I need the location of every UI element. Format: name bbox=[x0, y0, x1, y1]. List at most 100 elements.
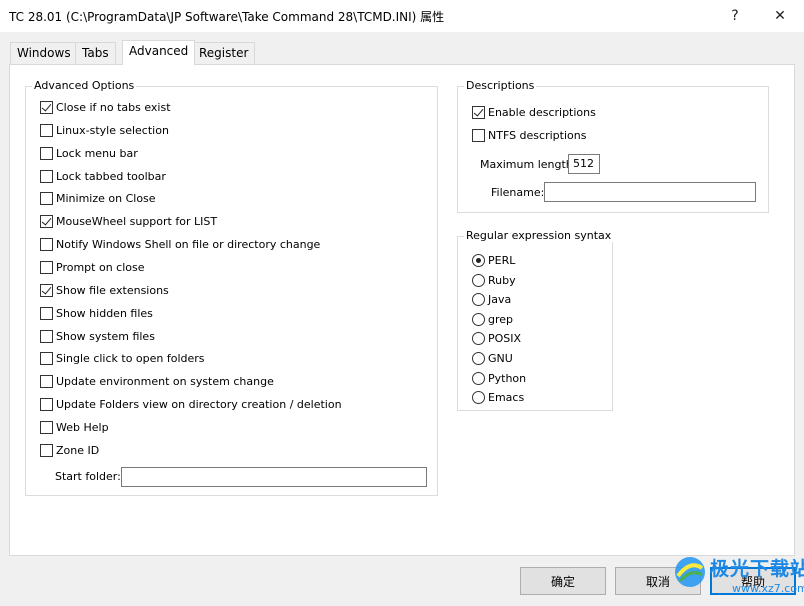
enable-descriptions-checkbox[interactable]: Enable descriptions bbox=[472, 106, 596, 119]
checkbox-box[interactable] bbox=[40, 398, 53, 412]
descriptions-title: Descriptions bbox=[464, 79, 537, 92]
cancel-button[interactable]: 取消 bbox=[615, 567, 701, 595]
radio-circle[interactable] bbox=[472, 273, 485, 287]
max-length-label: Maximum length: bbox=[480, 158, 577, 171]
checkbox-box[interactable] bbox=[40, 352, 53, 366]
checkbox-box[interactable] bbox=[40, 192, 53, 206]
regex-option-label: Java bbox=[488, 293, 512, 307]
advanced-option-label: Linux-style selection bbox=[56, 123, 169, 137]
advanced-option-checkbox[interactable]: Single click to open folders bbox=[40, 352, 205, 366]
advanced-option-label: Lock menu bar bbox=[56, 146, 138, 160]
checkbox-box[interactable] bbox=[40, 306, 53, 320]
checkbox-box[interactable] bbox=[40, 146, 53, 160]
ntfs-descriptions-box[interactable] bbox=[472, 129, 485, 142]
checkbox-box[interactable] bbox=[40, 283, 53, 297]
radio-circle[interactable] bbox=[472, 332, 485, 346]
regex-option-label: PERL bbox=[488, 254, 516, 267]
advanced-option-checkbox[interactable]: Show system files bbox=[40, 329, 155, 343]
regex-option-label: POSIX bbox=[488, 332, 522, 346]
help-button[interactable]: 帮助 bbox=[710, 567, 796, 595]
advanced-options-group: Advanced Options Close if no tabs exist L… bbox=[25, 79, 438, 496]
regex-option-radio[interactable]: grep bbox=[472, 312, 514, 326]
checkbox-box[interactable] bbox=[40, 420, 53, 434]
advanced-option-checkbox[interactable]: Zone ID bbox=[40, 443, 100, 457]
regex-option-radio[interactable]: Emacs bbox=[472, 391, 525, 405]
tab-register[interactable]: Register bbox=[192, 42, 256, 64]
advanced-option-label: Notify Windows Shell on file or director… bbox=[56, 238, 321, 252]
checkbox-box[interactable] bbox=[40, 123, 53, 137]
advanced-option-label: Web Help bbox=[56, 420, 109, 434]
advanced-option-label: Show hidden files bbox=[56, 306, 153, 320]
close-title-button[interactable]: ✕ bbox=[758, 0, 802, 32]
radio-circle[interactable] bbox=[472, 293, 485, 307]
regex-option-radio[interactable]: Python bbox=[472, 371, 527, 385]
advanced-option-checkbox[interactable]: Update environment on system change bbox=[40, 375, 274, 389]
advanced-option-checkbox[interactable]: Close if no tabs exist bbox=[40, 101, 171, 114]
advanced-option-checkbox[interactable]: Update Folders view on directory creatio… bbox=[40, 398, 342, 412]
window-title: TC 28.01 (C:\ProgramData\JP Software\Tak… bbox=[9, 10, 445, 24]
regex-option-label: Emacs bbox=[488, 391, 525, 405]
advanced-option-checkbox[interactable]: Linux-style selection bbox=[40, 123, 169, 137]
radio-circle[interactable] bbox=[472, 312, 485, 326]
regex-option-label: Python bbox=[488, 371, 527, 385]
checkbox-box[interactable] bbox=[40, 443, 53, 457]
radio-circle[interactable] bbox=[472, 391, 485, 405]
advanced-option-label: Zone ID bbox=[56, 443, 100, 457]
tab-windows[interactable]: Windows bbox=[10, 42, 78, 64]
regex-option-label: Ruby bbox=[488, 273, 516, 287]
start-folder-input[interactable] bbox=[121, 467, 427, 487]
checkbox-box[interactable] bbox=[40, 101, 53, 114]
max-length-input[interactable]: 512 bbox=[568, 154, 600, 174]
advanced-option-label: Update Folders view on directory creatio… bbox=[56, 398, 342, 412]
regex-option-label: GNU bbox=[488, 352, 513, 365]
regex-syntax-group: Regular expression syntax PERL Ruby Java gr… bbox=[457, 229, 614, 411]
advanced-option-label: Prompt on close bbox=[56, 260, 145, 274]
ntfs-descriptions-label: NTFS descriptions bbox=[488, 129, 587, 142]
advanced-option-label: Single click to open folders bbox=[56, 352, 205, 366]
enable-descriptions-box[interactable] bbox=[472, 106, 485, 119]
checkbox-box[interactable] bbox=[40, 238, 53, 252]
advanced-option-checkbox[interactable]: Prompt on close bbox=[40, 260, 145, 274]
checkbox-box[interactable] bbox=[40, 260, 53, 274]
title-bar: TC 28.01 (C:\ProgramData\JP Software\Tak… bbox=[0, 0, 804, 32]
regex-option-radio[interactable]: Ruby bbox=[472, 273, 516, 287]
advanced-option-checkbox[interactable]: Show file extensions bbox=[40, 283, 169, 297]
regex-option-radio[interactable]: Java bbox=[472, 293, 512, 307]
advanced-option-checkbox[interactable]: MouseWheel support for LIST bbox=[40, 215, 218, 229]
checkbox-box[interactable] bbox=[40, 169, 53, 183]
advanced-option-label: Show system files bbox=[56, 329, 155, 343]
filename-label: Filename: bbox=[491, 186, 545, 199]
start-folder-label: Start folder: bbox=[55, 470, 121, 483]
checkbox-box[interactable] bbox=[40, 375, 53, 389]
advanced-option-label: Show file extensions bbox=[56, 283, 169, 297]
regex-option-radio[interactable]: POSIX bbox=[472, 332, 522, 346]
advanced-option-label: Lock tabbed toolbar bbox=[56, 169, 166, 183]
advanced-option-checkbox[interactable]: Show hidden files bbox=[40, 306, 153, 320]
advanced-option-label: Minimize on Close bbox=[56, 192, 156, 206]
advanced-option-label: MouseWheel support for LIST bbox=[56, 215, 218, 229]
regex-option-label: grep bbox=[488, 312, 514, 326]
radio-circle[interactable] bbox=[472, 254, 485, 267]
advanced-panel: Advanced Options Close if no tabs exist L… bbox=[9, 64, 795, 556]
ntfs-descriptions-checkbox[interactable]: NTFS descriptions bbox=[472, 129, 586, 142]
radio-circle[interactable] bbox=[472, 352, 485, 365]
checkbox-box[interactable] bbox=[40, 215, 53, 229]
tab-tabs[interactable]: Tabs bbox=[75, 42, 116, 64]
descriptions-group: Descriptions Enable descriptions NTFS de… bbox=[457, 79, 769, 213]
advanced-option-checkbox[interactable]: Lock menu bar bbox=[40, 146, 138, 160]
regex-option-radio[interactable]: GNU bbox=[472, 352, 513, 365]
help-title-button[interactable]: ? bbox=[713, 0, 757, 32]
advanced-option-label: Close if no tabs exist bbox=[56, 101, 171, 114]
regex-option-radio[interactable]: PERL bbox=[472, 254, 515, 267]
advanced-option-checkbox[interactable]: Lock tabbed toolbar bbox=[40, 169, 166, 183]
ok-button[interactable]: 确定 bbox=[520, 567, 606, 595]
advanced-option-checkbox[interactable]: Notify Windows Shell on file or director… bbox=[40, 238, 321, 252]
regex-syntax-title: Regular expression syntax bbox=[464, 229, 614, 242]
filename-input[interactable] bbox=[544, 182, 756, 202]
tab-advanced[interactable]: Advanced bbox=[122, 40, 196, 65]
advanced-option-checkbox[interactable]: Minimize on Close bbox=[40, 192, 156, 206]
advanced-option-checkbox[interactable]: Web Help bbox=[40, 420, 109, 434]
checkbox-box[interactable] bbox=[40, 329, 53, 343]
enable-descriptions-label: Enable descriptions bbox=[488, 106, 596, 119]
radio-circle[interactable] bbox=[472, 371, 485, 385]
